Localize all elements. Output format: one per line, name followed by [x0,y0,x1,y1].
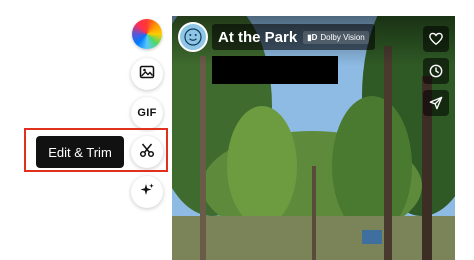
sparkle-icon [139,182,155,203]
send-icon [429,96,443,110]
dolby-vision-badge: ▮D Dolby Vision [303,30,369,44]
user-avatar[interactable] [178,22,208,52]
history-button[interactable] [423,58,449,84]
like-button[interactable] [423,26,449,52]
redacted-caption [212,56,338,84]
post-title: At the Park [218,28,298,46]
gif-label: GIF [137,107,157,119]
image-button[interactable] [131,58,163,90]
magic-button[interactable] [131,176,163,208]
gif-button[interactable]: GIF [131,97,163,129]
heart-icon [429,32,443,46]
color-palette-button[interactable] [132,19,162,49]
post-title-bar: At the Park ▮D Dolby Vision [212,24,375,50]
post-photo[interactable]: At the Park ▮D Dolby Vision [172,16,455,260]
image-icon [139,64,155,85]
dolby-icon: ▮D [307,32,318,42]
clock-icon [429,64,443,78]
dolby-label: Dolby Vision [320,32,365,42]
edit-trim-tooltip: Edit & Trim [36,136,124,168]
smiley-icon [184,28,202,46]
share-button[interactable] [423,90,449,116]
